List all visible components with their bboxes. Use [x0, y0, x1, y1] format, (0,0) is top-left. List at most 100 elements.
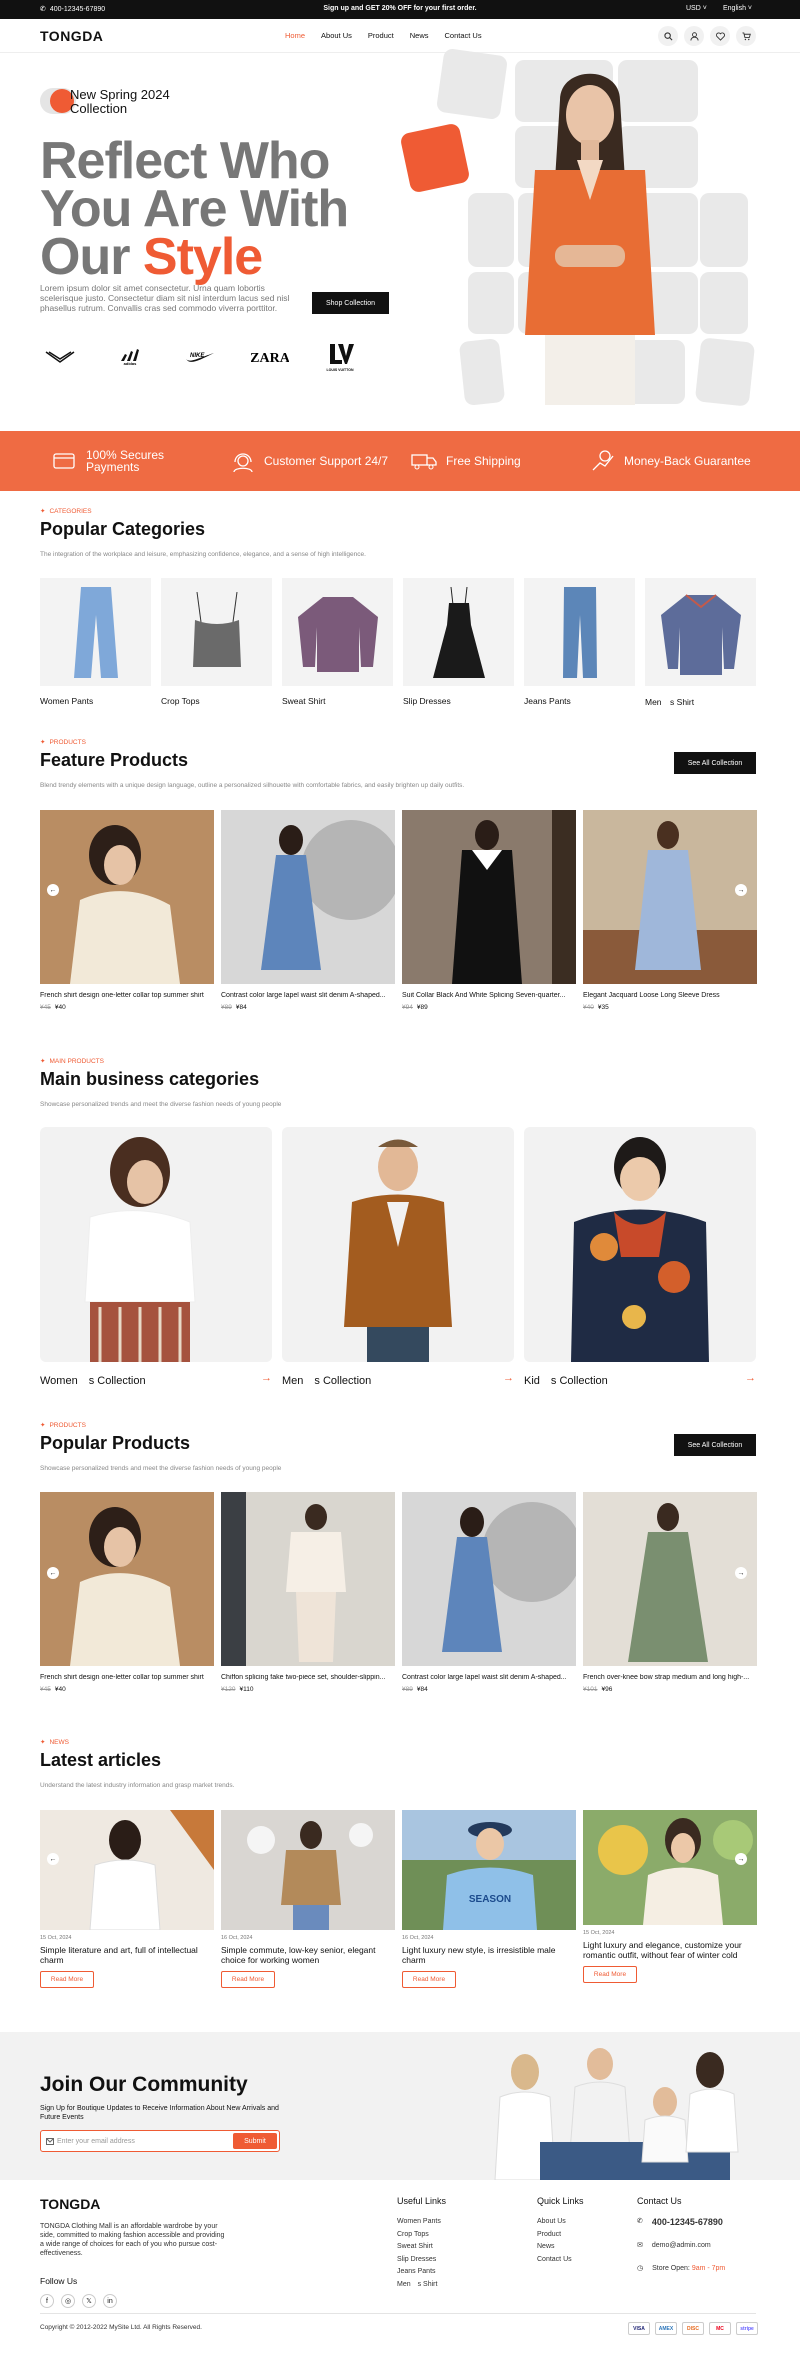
read-more-button[interactable]: Read More — [583, 1966, 637, 1983]
popular-see-all-button[interactable]: See All Collection — [674, 1434, 756, 1456]
search-icon[interactable] — [658, 26, 678, 46]
footer-link[interactable]: Crop Tops — [397, 2229, 446, 2242]
email-input[interactable]: Enter your email address — [57, 2138, 135, 2145]
footer-link[interactable]: Slip Dresses — [397, 2254, 446, 2267]
service-label: 100% Secures Payments — [86, 448, 165, 474]
footer-link[interactable]: Jeans Pants — [397, 2266, 446, 2279]
current-price: ¥96 — [601, 1686, 613, 1693]
men-collection-card[interactable]: Men s Collection → — [282, 1127, 514, 1388]
phone-icon: ✆ — [637, 2218, 643, 2225]
current-price: ¥84 — [416, 1686, 428, 1693]
collection-label: Kid s Collection — [524, 1375, 608, 1387]
footer-link[interactable]: About Us — [537, 2216, 584, 2229]
category-mens-shirt[interactable]: Men s Shirt — [645, 578, 756, 708]
instagram-icon[interactable]: ◎ — [61, 2294, 75, 2308]
amex-icon: AMEX — [655, 2322, 677, 2335]
category-sweat-shirt[interactable]: Sweat Shirt — [282, 578, 393, 706]
mail-icon: ✉ — [637, 2241, 643, 2249]
popular-product-card[interactable]: French shirt design one-letter collar to… — [40, 1492, 214, 1693]
cart-icon[interactable] — [736, 26, 756, 46]
product-price: ¥89 ¥84 — [402, 1686, 576, 1693]
nav-home[interactable]: Home — [285, 31, 305, 40]
arrow-right-icon[interactable]: → — [745, 1372, 756, 1388]
shop-collection-button[interactable]: Shop Collection — [312, 292, 389, 314]
feature-product-card[interactable]: Elegant Jacquard Loose Long Sleeve Dress… — [583, 810, 757, 1011]
women-collection-card[interactable]: Women s Collection → — [40, 1127, 272, 1388]
category-image — [524, 578, 635, 686]
article-card[interactable]: 15 Oct, 2024 Light luxury and elegance, … — [583, 1810, 757, 1983]
nav-contact[interactable]: Contact Us — [445, 31, 482, 40]
nav-about[interactable]: About Us — [321, 31, 352, 40]
user-icon[interactable] — [684, 26, 704, 46]
kid-collection-card[interactable]: Kid s Collection → — [524, 1127, 756, 1388]
old-price: ¥89 — [402, 1686, 413, 1693]
currency-select[interactable]: USD ˅ — [686, 5, 707, 12]
carousel-next-icon[interactable]: → — [735, 1567, 747, 1579]
popular-product-card[interactable]: Contrast color large lapel waist slit de… — [402, 1492, 576, 1693]
news-subtitle: Understand the latest industry informati… — [40, 1782, 235, 1789]
feature-product-card[interactable]: Suit Collar Black And White Splicing Sev… — [402, 810, 576, 1011]
nav-news[interactable]: News — [410, 31, 429, 40]
footer-link[interactable]: Contact Us — [537, 2254, 584, 2267]
category-women-pants[interactable]: Women Pants — [40, 578, 151, 706]
article-card[interactable]: 16 Oct, 2024 Simple commute, low-key sen… — [221, 1810, 395, 1988]
category-jeans-pants[interactable]: Jeans Pants — [524, 578, 635, 706]
footer-link[interactable]: Women Pants — [397, 2216, 446, 2229]
article-card[interactable]: SEASON 16 Oct, 2024 Light luxury new sty… — [402, 1810, 576, 1988]
popular-product-card[interactable]: French over-knee bow strap medium and lo… — [583, 1492, 757, 1693]
popular-subtitle: Showcase personalized trends and meet th… — [40, 1465, 282, 1472]
x-icon[interactable]: 𝕏 — [82, 2294, 96, 2308]
category-slip-dresses[interactable]: Slip Dresses — [403, 578, 514, 706]
collection-row: Men s Collection → — [282, 1372, 514, 1388]
popular-product-card[interactable]: Chiffon splicing fake two-piece set, sho… — [221, 1492, 395, 1693]
footer-link[interactable]: Men s Shirt — [397, 2279, 446, 2292]
carousel-prev-icon[interactable]: ← — [47, 1567, 59, 1579]
main-subtitle: Showcase personalized trends and meet th… — [40, 1101, 282, 1108]
heart-icon[interactable] — [710, 26, 730, 46]
logo[interactable]: TONGDA — [40, 28, 103, 44]
read-more-button[interactable]: Read More — [40, 1971, 94, 1988]
hero-badge-text: New Spring 2024 Collection — [70, 87, 170, 116]
carousel-next-icon[interactable]: → — [735, 1853, 747, 1865]
category-image — [645, 578, 756, 686]
collection-row: Kid s Collection → — [524, 1372, 756, 1388]
social-links: f ◎ 𝕏 in — [40, 2294, 117, 2308]
nav-product[interactable]: Product — [368, 31, 394, 40]
submit-button[interactable]: Submit — [233, 2133, 277, 2149]
footer-link[interactable]: Sweat Shirt — [397, 2241, 446, 2254]
footer-link[interactable]: News — [537, 2241, 584, 2254]
collection-image — [282, 1127, 514, 1362]
article-title: Light luxury and elegance, customize you… — [583, 1940, 742, 1960]
read-more-button[interactable]: Read More — [221, 1971, 275, 1988]
carousel-prev-icon[interactable]: ← — [47, 884, 59, 896]
read-more-button[interactable]: Read More — [402, 1971, 456, 1988]
service-shipping: Free Shipping — [410, 431, 521, 491]
contact-phone: ✆ 400-12345-67890 — [637, 2216, 725, 2229]
product-price: ¥120 ¥110 — [221, 1686, 395, 1693]
feature-see-all-button[interactable]: See All Collection — [674, 752, 756, 774]
product-name: Suit Collar Black And White Splicing Sev… — [402, 992, 566, 999]
product-name: Chiffon splicing fake two-piece set, sho… — [221, 1674, 386, 1681]
old-price: ¥89 — [221, 1004, 232, 1011]
language-select[interactable]: English ˅ — [723, 5, 752, 12]
mail-icon — [46, 2138, 54, 2145]
arrow-right-icon[interactable]: → — [261, 1372, 272, 1388]
facebook-icon[interactable]: f — [40, 2294, 54, 2308]
contact-email-text[interactable]: demo@admin.com — [652, 2240, 711, 2253]
category-crop-tops[interactable]: Crop Tops — [161, 578, 272, 706]
linkedin-icon[interactable]: in — [103, 2294, 117, 2308]
footer-logo[interactable]: TONGDA — [40, 2196, 100, 2212]
arrow-right-icon[interactable]: → — [503, 1372, 514, 1388]
article-image — [221, 1810, 395, 1930]
feature-product-card[interactable]: French shirt design one-letter collar to… — [40, 810, 214, 1011]
footer-link[interactable]: Product — [537, 2229, 584, 2242]
headset-icon — [233, 453, 253, 473]
carousel-prev-icon[interactable]: ← — [47, 1853, 59, 1865]
category-label: Crop Tops — [161, 696, 200, 706]
carousel-next-icon[interactable]: → — [735, 884, 747, 896]
eyebrow-text: PRODUCTS — [49, 738, 86, 746]
payment-methods: VISA AMEX DISC MC stripe — [628, 2322, 758, 2335]
lv-logo: LOUIS VUITTON — [320, 342, 360, 375]
article-card[interactable]: 15 Oct, 2024 Simple literature and art, … — [40, 1810, 214, 1988]
feature-product-card[interactable]: Contrast color large lapel waist slit de… — [221, 810, 395, 1011]
